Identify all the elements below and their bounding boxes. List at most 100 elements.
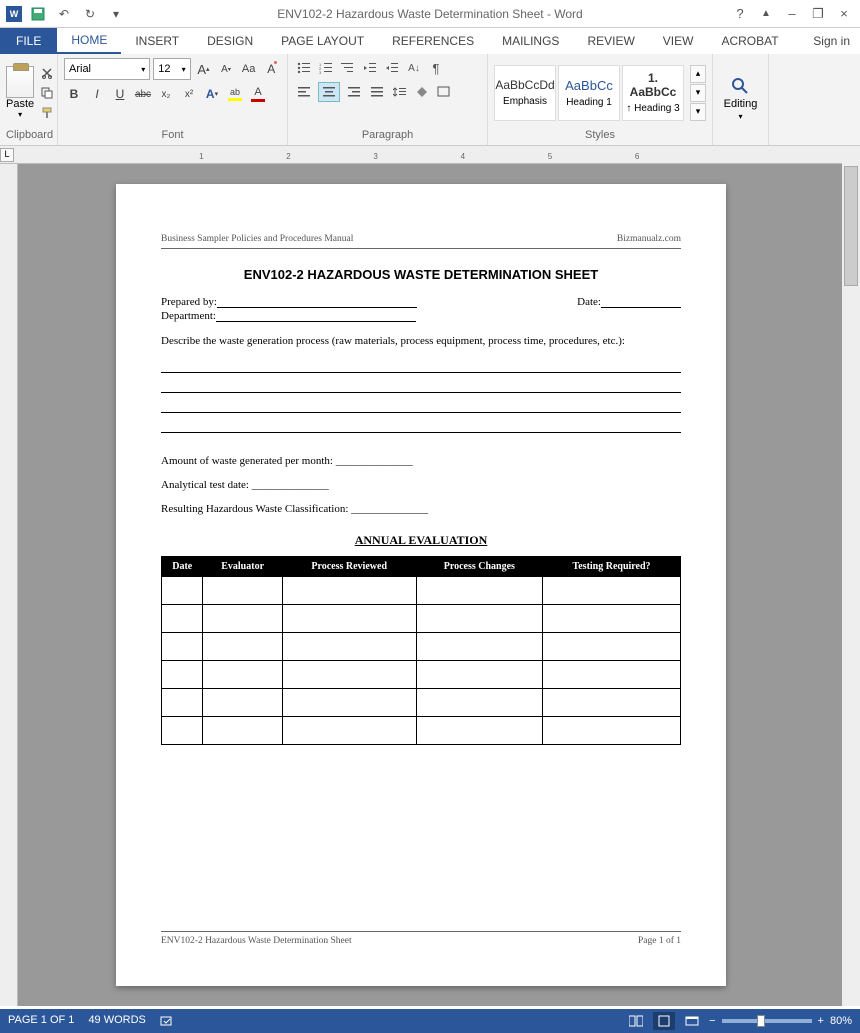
save-button[interactable] xyxy=(28,5,48,23)
view-read-button[interactable] xyxy=(625,1012,647,1030)
underline-button[interactable]: U xyxy=(110,84,130,104)
tab-home[interactable]: HOME xyxy=(57,28,121,54)
styles-scroll-down[interactable]: ▾ xyxy=(690,84,706,102)
style-heading-1[interactable]: AaBbCcHeading 1 xyxy=(558,65,620,121)
close-button[interactable]: × xyxy=(832,4,856,24)
writing-lines xyxy=(161,359,681,433)
doc-header-right: Bizmanualz.com xyxy=(617,234,681,244)
minimize-button[interactable]: – xyxy=(780,4,804,24)
date-label: Date: xyxy=(577,296,601,308)
increase-indent-button[interactable] xyxy=(382,58,402,78)
vertical-scrollbar[interactable] xyxy=(842,146,860,1006)
status-spellcheck-icon[interactable] xyxy=(160,1014,174,1028)
ribbon: Paste ▾ Clipboard Arial▾ 12▾ A▴ A▾ Aa A … xyxy=(0,54,860,146)
help-button[interactable]: ? xyxy=(728,4,752,24)
tab-references[interactable]: REFERENCES xyxy=(378,28,488,54)
zoom-out-button[interactable]: − xyxy=(709,1015,715,1027)
tab-view[interactable]: VIEW xyxy=(649,28,708,54)
restore-button[interactable]: ❐ xyxy=(806,4,830,24)
document-page[interactable]: Business Sampler Policies and Procedures… xyxy=(116,184,726,986)
scroll-thumb[interactable] xyxy=(844,166,858,286)
vertical-ruler[interactable] xyxy=(0,164,18,1006)
tab-review[interactable]: REVIEW xyxy=(573,28,648,54)
redo-button[interactable]: ↻ xyxy=(80,5,100,23)
doc-header-left: Business Sampler Policies and Procedures… xyxy=(161,234,353,244)
prepared-by-label: Prepared by: xyxy=(161,296,217,308)
format-painter-button[interactable] xyxy=(38,104,56,122)
sort-button[interactable]: A↓ xyxy=(404,58,424,78)
describe-text: Describe the waste generation process (r… xyxy=(161,334,681,349)
zoom-in-button[interactable]: + xyxy=(818,1015,824,1027)
group-paragraph: 123 A↓ ¶ Paragraph xyxy=(288,54,488,145)
doc-footer-left: ENV102-2 Hazardous Waste Determination S… xyxy=(161,936,352,946)
bullets-button[interactable] xyxy=(294,58,314,78)
grow-font-button[interactable]: A▴ xyxy=(194,59,214,79)
tab-selector[interactable]: L xyxy=(0,148,14,162)
sign-in-link[interactable]: Sign in xyxy=(803,28,860,54)
italic-button[interactable]: I xyxy=(87,84,107,104)
align-right-button[interactable] xyxy=(342,82,364,102)
zoom-thumb[interactable] xyxy=(757,1015,765,1027)
superscript-button[interactable]: x² xyxy=(179,84,199,104)
tab-file[interactable]: FILE xyxy=(0,28,57,54)
cut-button[interactable] xyxy=(38,64,56,82)
justify-button[interactable] xyxy=(366,82,388,102)
numbering-button[interactable]: 123 xyxy=(316,58,336,78)
ribbon-collapse-button[interactable]: ▲ xyxy=(754,4,778,24)
style-emphasis[interactable]: AaBbCcDdEmphasis xyxy=(494,65,556,121)
styles-expand[interactable]: ▾ xyxy=(690,103,706,121)
line-spacing-button[interactable] xyxy=(390,82,410,102)
styles-gallery[interactable]: AaBbCcDdEmphasisAaBbCcHeading 11. AaBbCc… xyxy=(494,65,686,121)
table-header: Testing Required? xyxy=(543,557,681,577)
clear-formatting-button[interactable]: A xyxy=(261,59,281,79)
font-size-select[interactable]: 12▾ xyxy=(153,58,190,80)
tab-acrobat[interactable]: ACROBAT xyxy=(707,28,792,54)
highlight-color-button[interactable]: ab xyxy=(225,84,245,104)
group-styles: AaBbCcDdEmphasisAaBbCcHeading 11. AaBbCc… xyxy=(488,54,713,145)
show-paragraph-button[interactable]: ¶ xyxy=(426,58,446,78)
decrease-indent-button[interactable] xyxy=(360,58,380,78)
table-row xyxy=(162,577,681,605)
window-controls: ? ▲ – ❐ × xyxy=(728,4,860,24)
status-words[interactable]: 49 WORDS xyxy=(88,1014,145,1028)
shading-button[interactable] xyxy=(412,82,432,102)
group-editing: Editing ▾ xyxy=(713,54,769,145)
bold-button[interactable]: B xyxy=(64,84,84,104)
qat-customize[interactable]: ▾ xyxy=(106,5,126,23)
paste-button[interactable]: Paste ▾ xyxy=(6,66,34,119)
tab-page-layout[interactable]: PAGE LAYOUT xyxy=(267,28,378,54)
subscript-button[interactable]: x₂ xyxy=(156,84,176,104)
table-header: Process Reviewed xyxy=(282,557,416,577)
tab-design[interactable]: DESIGN xyxy=(193,28,267,54)
department-label: Department: xyxy=(161,310,216,322)
borders-button[interactable] xyxy=(434,82,454,102)
table-row xyxy=(162,717,681,745)
zoom-slider[interactable] xyxy=(722,1019,812,1023)
copy-button[interactable] xyxy=(38,84,56,102)
align-left-button[interactable] xyxy=(294,82,316,102)
annual-evaluation-title: ANNUAL EVALUATION xyxy=(161,533,681,548)
status-page[interactable]: PAGE 1 OF 1 xyxy=(8,1014,74,1028)
change-case-button[interactable]: Aa xyxy=(239,59,259,79)
horizontal-ruler[interactable]: L 123456 xyxy=(0,146,842,164)
text-effects-button[interactable]: A▾ xyxy=(202,84,222,104)
multilevel-list-button[interactable] xyxy=(338,58,358,78)
paste-icon xyxy=(6,66,34,98)
font-color-button[interactable]: A xyxy=(248,84,268,104)
zoom-level[interactable]: 80% xyxy=(830,1015,852,1027)
tab-insert[interactable]: INSERT xyxy=(121,28,193,54)
view-web-button[interactable] xyxy=(681,1012,703,1030)
styles-scroll-up[interactable]: ▴ xyxy=(690,65,706,83)
analytical-line: Analytical test date: ______________ xyxy=(161,479,681,491)
tab-mailings[interactable]: MAILINGS xyxy=(488,28,573,54)
undo-button[interactable]: ↶ xyxy=(54,5,74,23)
word-app-icon: W xyxy=(6,6,22,22)
font-face-select[interactable]: Arial▾ xyxy=(64,58,150,80)
style--heading-3[interactable]: 1. AaBbCc↑ Heading 3 xyxy=(622,65,684,121)
strikethrough-button[interactable]: abc xyxy=(133,84,153,104)
paste-label: Paste xyxy=(6,98,34,110)
editing-menu-button[interactable]: Editing ▾ xyxy=(724,76,758,121)
shrink-font-button[interactable]: A▾ xyxy=(216,59,236,79)
view-print-button[interactable] xyxy=(653,1012,675,1030)
align-center-button[interactable] xyxy=(318,82,340,102)
